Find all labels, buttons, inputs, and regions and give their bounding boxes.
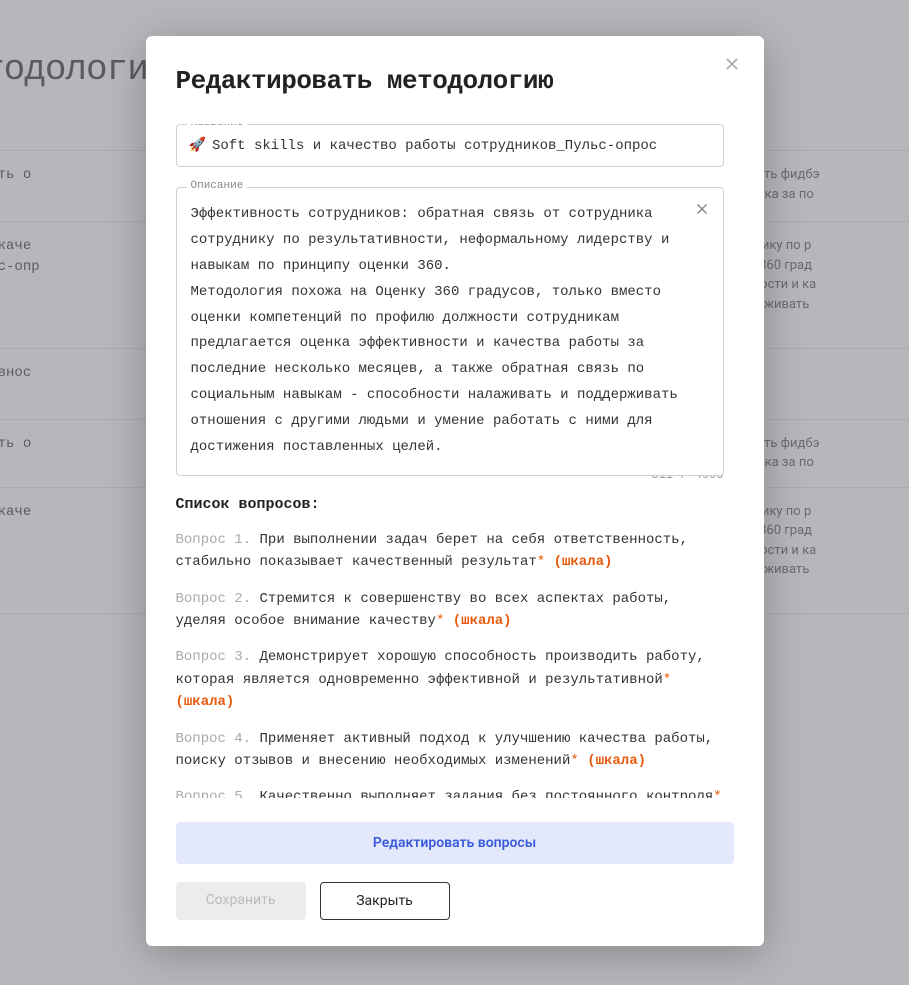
required-mark: * (436, 613, 444, 629)
name-input-value: Soft skills и качество работы сотруднико… (212, 138, 657, 154)
name-field-label: Название (187, 124, 248, 129)
question-item: Вопрос 2. Стремится к совершенству во вс… (176, 588, 724, 633)
question-item: Вопрос 1. При выполнении задач берет на … (176, 529, 724, 574)
question-number: Вопрос 4. (176, 731, 260, 747)
edit-methodology-modal: Редактировать методологию Название 🚀 Sof… (146, 36, 764, 946)
required-mark: * (663, 672, 671, 688)
modal-overlay: Редактировать методологию Название 🚀 Sof… (0, 0, 909, 985)
name-input[interactable]: 🚀 Soft skills и качество работы сотрудни… (177, 125, 723, 166)
description-textarea[interactable]: Эффективность сотрудников: обратная связ… (177, 188, 723, 475)
close-button[interactable]: Закрыть (320, 882, 450, 920)
question-type: (шкала) (176, 694, 235, 710)
questions-section-title: Список вопросов: (176, 496, 724, 513)
save-button: Сохранить (176, 882, 306, 920)
question-number: Вопрос 3. (176, 649, 260, 665)
question-type: (шкала) (554, 554, 613, 570)
required-mark: * (713, 789, 721, 798)
required-mark: * (570, 753, 578, 769)
close-icon (722, 54, 742, 74)
name-field[interactable]: Название 🚀 Soft skills и качество работы… (176, 124, 724, 167)
description-field[interactable]: Описание Эффективность сотрудников: обра… (176, 187, 724, 476)
questions-list: Вопрос 1. При выполнении задач берет на … (176, 529, 724, 798)
modal-title: Редактировать методологию (176, 66, 734, 96)
required-mark: * (537, 554, 545, 570)
question-number: Вопрос 2. (176, 591, 260, 607)
modal-close-button[interactable] (722, 54, 742, 74)
question-number: Вопрос 5. (176, 789, 260, 798)
question-item: Вопрос 4. Применяет активный подход к ул… (176, 728, 724, 773)
question-number: Вопрос 1. (176, 532, 260, 548)
question-item: Вопрос 5. Качественно выполняет задания … (176, 786, 724, 798)
rocket-icon: 🚀 (189, 137, 206, 154)
question-type: (шкала) (453, 613, 512, 629)
question-item: Вопрос 3. Демонстрирует хорошую способно… (176, 646, 724, 713)
edit-questions-button[interactable]: Редактировать вопросы (176, 822, 734, 864)
question-type: (шкала) (587, 753, 646, 769)
